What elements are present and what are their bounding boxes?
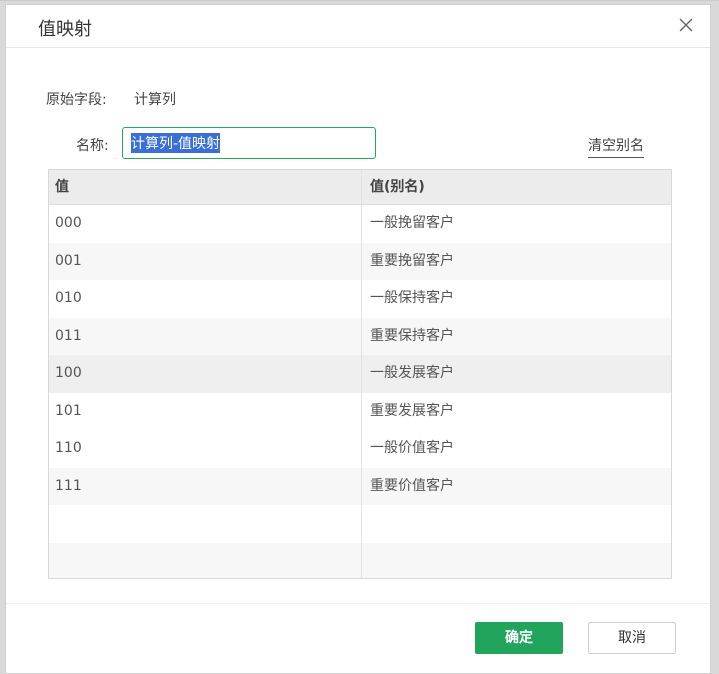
table-row[interactable]: 100 一般发展客户	[49, 355, 671, 393]
table-row[interactable]: 010 一般保持客户	[49, 280, 671, 318]
table-row[interactable]: 111 重要价值客户	[49, 467, 671, 505]
column-header-value: 值	[55, 179, 69, 195]
value-mapping-dialog: 值映射 原始字段: 计算列 名称: 清空别名 值 值(别名) 000 一般挽留客…	[5, 4, 711, 674]
name-label: 名称:	[76, 138, 109, 154]
value-cell: 101	[55, 402, 82, 419]
ok-button[interactable]: 确定	[475, 622, 563, 654]
table-header: 值 值(别名)	[49, 170, 671, 205]
cancel-button[interactable]: 取消	[588, 622, 676, 654]
alias-cell[interactable]: 重要价值客户	[361, 467, 671, 505]
value-cell	[49, 543, 361, 579]
value-cell: 001	[55, 252, 82, 269]
alias-cell[interactable]: 一般价值客户	[361, 430, 671, 468]
table-row[interactable]: 011 重要保持客户	[49, 317, 671, 355]
name-input[interactable]	[122, 127, 376, 159]
alias-cell[interactable]: 一般保持客户	[361, 280, 671, 318]
table-row[interactable]: 110 一般价值客户	[49, 430, 671, 468]
table-row[interactable]	[49, 542, 671, 579]
value-cell: 011	[55, 327, 82, 344]
alias-cell[interactable]	[361, 505, 671, 543]
footer-divider	[6, 603, 710, 604]
value-cell: 100	[55, 365, 82, 381]
value-cell: 010	[55, 290, 82, 306]
value-cell: 000	[55, 215, 82, 231]
table-row[interactable]: 001 重要挽留客户	[49, 242, 671, 280]
table-row[interactable]	[49, 505, 671, 543]
close-icon[interactable]	[678, 17, 694, 33]
alias-cell[interactable]: 重要挽留客户	[361, 242, 671, 280]
column-header-alias: 值(别名)	[361, 170, 671, 204]
dialog-title: 值映射	[38, 19, 92, 40]
table-row[interactable]: 000 一般挽留客户	[49, 205, 671, 243]
alias-cell[interactable]: 一般发展客户	[361, 355, 671, 393]
backdrop-divider	[0, 0, 719, 1]
mapping-table: 值 值(别名) 000 一般挽留客户 001 重要挽留客户 010 一般保持客户…	[48, 169, 672, 579]
value-cell	[49, 505, 361, 543]
clear-alias-button[interactable]: 清空别名	[588, 135, 644, 158]
table-row[interactable]: 101 重要发展客户	[49, 392, 671, 430]
value-cell: 111	[55, 477, 82, 494]
source-field-label: 原始字段:	[46, 92, 107, 108]
source-field-value: 计算列	[134, 92, 176, 108]
value-cell: 110	[55, 440, 82, 456]
dialog-header: 值映射	[6, 5, 710, 48]
alias-cell[interactable]	[361, 542, 671, 578]
alias-cell[interactable]: 重要发展客户	[361, 392, 671, 430]
alias-cell[interactable]: 一般挽留客户	[361, 205, 671, 243]
alias-cell[interactable]: 重要保持客户	[361, 317, 671, 355]
